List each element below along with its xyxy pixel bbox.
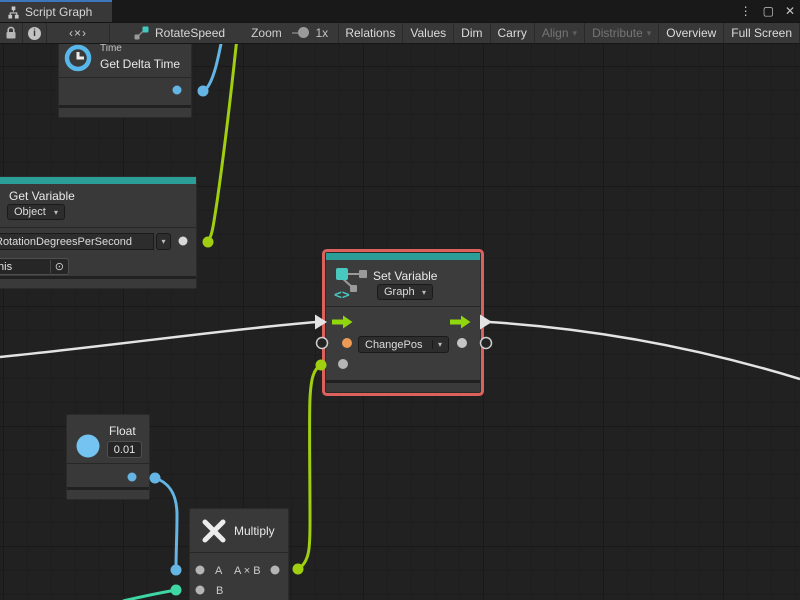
- node-title: Get Delta Time: [100, 57, 180, 71]
- dim-button[interactable]: Dim: [454, 23, 490, 43]
- align-button: Align▾: [535, 23, 585, 43]
- chevron-down-icon: ▾: [573, 28, 578, 39]
- clock-icon: [63, 44, 93, 73]
- float-value-input[interactable]: 0.01: [107, 441, 142, 458]
- variable-scope-dropdown[interactable]: Graph▾: [377, 284, 433, 300]
- tab-script-graph[interactable]: Script Graph: [0, 0, 112, 22]
- float-to-multiply-wire: [155, 478, 177, 569]
- lock-icon: [5, 26, 17, 40]
- zoom-slider[interactable]: [292, 32, 308, 34]
- graph-grid: Time Get Delta Time Get Variable Object▾…: [0, 44, 800, 600]
- teal-wire: [123, 590, 176, 600]
- chevron-down-icon: ▾: [422, 288, 426, 297]
- maximize-icon[interactable]: ▢: [763, 4, 774, 18]
- zoom-label: Zoom: [251, 23, 282, 43]
- variable-name-caret-button[interactable]: ▾: [156, 233, 171, 250]
- port-label-a: A: [215, 565, 222, 577]
- zoom-value: 1x: [315, 23, 328, 43]
- wire-bubble: [481, 338, 492, 349]
- inspect-button[interactable]: i: [23, 23, 47, 43]
- variable-accent-bar: [0, 177, 196, 184]
- wire-endpoint[interactable]: [150, 473, 161, 484]
- node-title: Set Variable: [373, 269, 437, 283]
- target-object-field[interactable]: this ⊙: [0, 258, 69, 275]
- node-multiply[interactable]: Multiply A A × B B: [189, 508, 289, 600]
- node-get-delta-time[interactable]: Time Get Delta Time: [58, 44, 192, 118]
- chevron-down-icon: ▾: [54, 208, 58, 217]
- flow-wire-out: [489, 322, 800, 379]
- window-menu-icon[interactable]: ⋮: [740, 4, 752, 18]
- graph-icon: [7, 6, 20, 19]
- graph-name: RotateSpeed: [155, 26, 225, 40]
- full-screen-button[interactable]: Full Screen: [724, 23, 800, 43]
- multiply-to-setvar-wire: [298, 365, 321, 569]
- node-footer: [0, 276, 196, 288]
- node-float[interactable]: Float 0.01: [66, 414, 150, 500]
- node-footer: [326, 380, 480, 392]
- values-button[interactable]: Values: [403, 23, 454, 43]
- zoom-slider-thumb[interactable]: [298, 27, 309, 38]
- node-title: Multiply: [234, 524, 275, 538]
- variable-accent-bar: [326, 253, 480, 260]
- distribute-button: Distribute▾: [585, 23, 659, 43]
- tab-title: Script Graph: [25, 5, 92, 19]
- port-label-b: B: [216, 585, 223, 597]
- tab-bar: Script Graph ⋮ ▢ ✕: [0, 0, 800, 22]
- graph-toolbar: i ‹×› RotateSpeed Zoom 1x Relations Valu…: [0, 22, 800, 44]
- close-icon[interactable]: ✕: [785, 4, 795, 18]
- script-graph-asset-icon: [134, 26, 149, 40]
- chevron-down-icon: ▾: [161, 237, 165, 246]
- node-get-variable[interactable]: Get Variable Object▾ RotationDegreesPerS…: [0, 176, 197, 289]
- delta-time-wire: [205, 44, 224, 90]
- script-graph-window: Script Graph ⋮ ▢ ✕ i ‹×› Rotate: [0, 0, 800, 600]
- node-title: Get Variable: [9, 189, 75, 203]
- flow-arrowhead-out: [480, 315, 492, 330]
- lock-button[interactable]: [0, 23, 23, 43]
- node-set-variable[interactable]: <> Set Variable Graph▾ ChangePos ▾: [325, 252, 481, 393]
- node-title: Float: [109, 424, 136, 438]
- edit-source-button[interactable]: ‹×›: [47, 23, 110, 43]
- graph-canvas[interactable]: Time Get Delta Time Get Variable Object▾…: [0, 44, 800, 600]
- wire-endpoint[interactable]: [171, 565, 182, 576]
- overview-button[interactable]: Overview: [659, 23, 724, 43]
- node-category: Time: [100, 44, 122, 54]
- port-label-result: A × B: [234, 565, 261, 577]
- variable-name-dropdown[interactable]: ChangePos ▾: [358, 336, 449, 353]
- carry-button[interactable]: Carry: [491, 23, 535, 43]
- node-footer: [59, 105, 191, 117]
- flow-wire-in: [0, 322, 316, 357]
- variable-name-dropdown[interactable]: RotationDegreesPerSecond: [0, 233, 154, 250]
- variable-scope-dropdown[interactable]: Object▾: [7, 204, 65, 220]
- info-icon: i: [28, 27, 41, 40]
- variable-wire: [208, 44, 238, 241]
- object-picker-icon[interactable]: ⊙: [50, 260, 68, 273]
- relations-button[interactable]: Relations: [338, 23, 403, 43]
- wire-endpoint[interactable]: [203, 237, 214, 248]
- node-footer: [67, 487, 149, 499]
- set-variable-icon: <>: [334, 266, 370, 300]
- wire-endpoint[interactable]: [293, 564, 304, 575]
- graph-breadcrumb[interactable]: RotateSpeed: [134, 23, 225, 43]
- wire-endpoint[interactable]: [198, 86, 209, 97]
- wire-endpoint[interactable]: [171, 585, 182, 596]
- code-brackets-icon: ‹×›: [69, 26, 87, 40]
- float-circle-icon: [75, 433, 101, 459]
- multiply-icon: [199, 516, 229, 546]
- chevron-down-icon: ▾: [432, 340, 442, 349]
- chevron-down-icon: ▾: [647, 28, 652, 39]
- svg-text:<>: <>: [334, 288, 350, 300]
